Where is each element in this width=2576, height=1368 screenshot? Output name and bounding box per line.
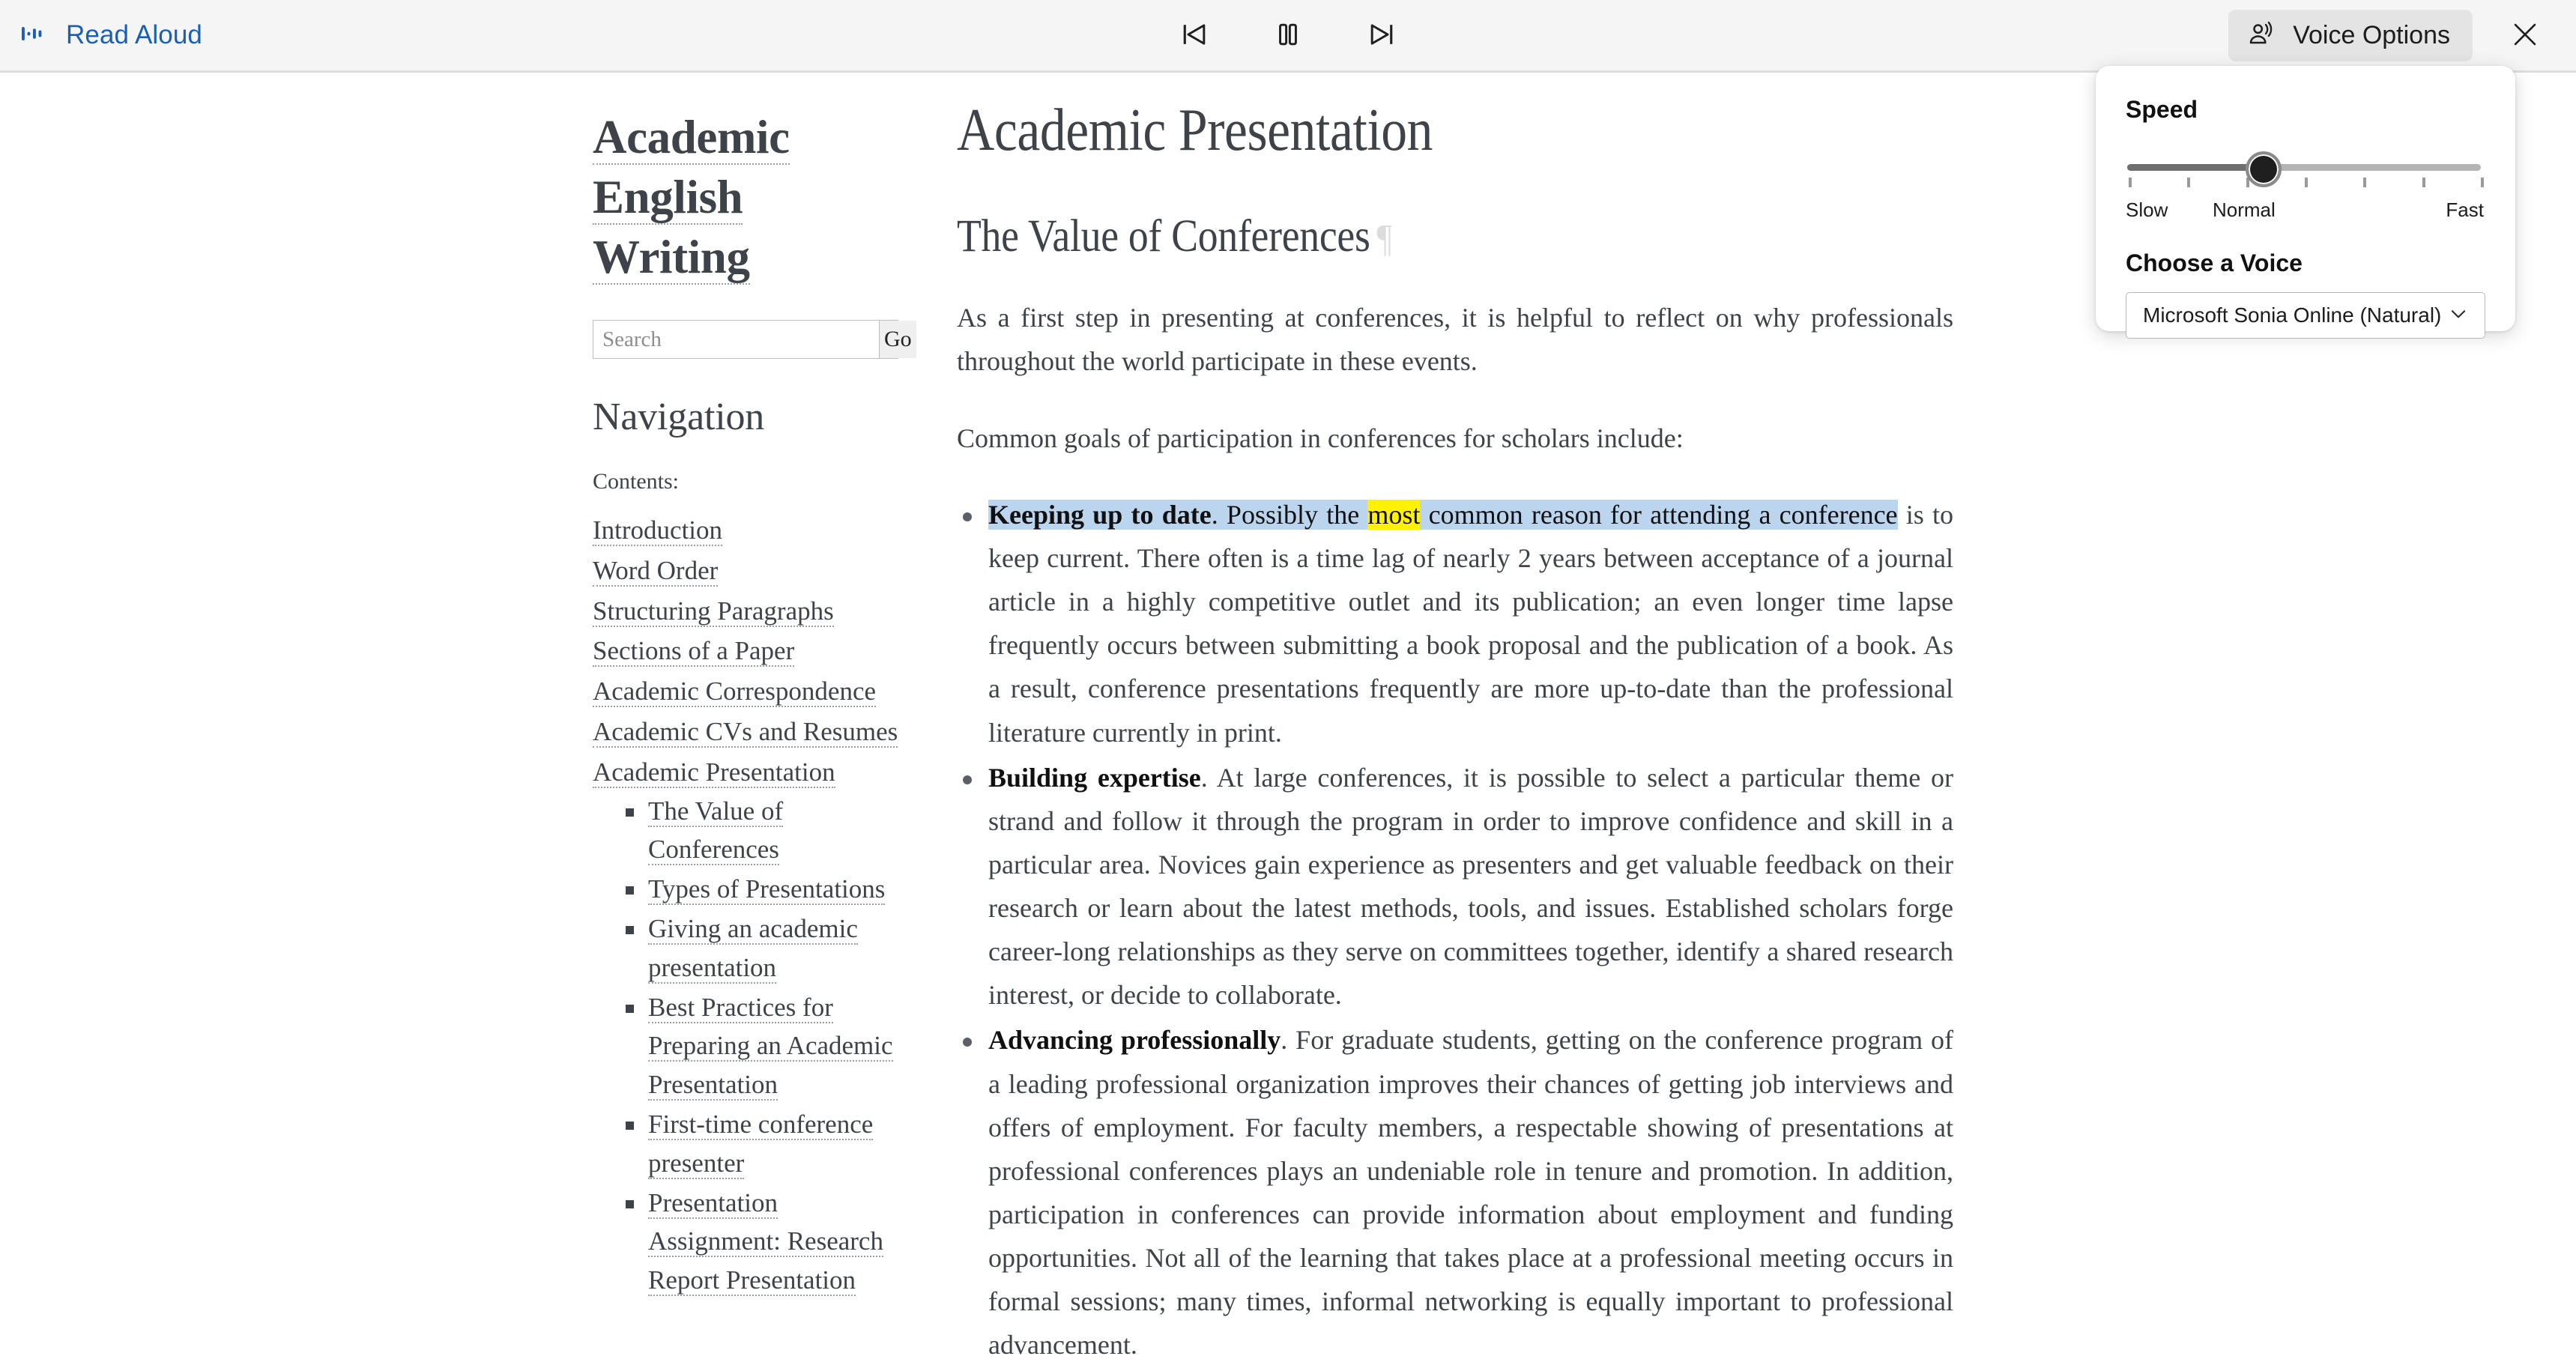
search-input[interactable] xyxy=(593,321,879,358)
speed-label-normal: Normal xyxy=(2213,199,2276,221)
speed-scale-labels: Slow Normal Fast xyxy=(2126,199,2484,224)
close-icon xyxy=(2509,19,2541,52)
voice-options-label: Voice Options xyxy=(2293,20,2450,49)
goal-tail-text: common reason for attending a conference xyxy=(1420,499,1898,530)
toc-subitem: Presentation Assignment: Research Report… xyxy=(623,1184,907,1300)
toc-subitem: Best Practices for Preparing an Academic… xyxy=(623,988,907,1104)
toc-link-1[interactable]: Word Order xyxy=(593,555,719,587)
goal-item: Building expertise. At large conferences… xyxy=(957,756,1953,1017)
toc-item: Introduction xyxy=(593,511,907,550)
close-read-aloud-button[interactable] xyxy=(2497,7,2554,64)
previous-paragraph-button[interactable] xyxy=(1165,6,1224,64)
toc-sublink-6-2[interactable]: Giving an academic presentation xyxy=(648,913,858,984)
section-heading: The Value of Conferences ¶ xyxy=(957,211,1833,263)
heading-anchor-link[interactable]: ¶ xyxy=(1376,217,1392,260)
toc-link-6[interactable]: Academic Presentation xyxy=(593,757,835,788)
goal-term: Keeping up to date xyxy=(988,499,1212,530)
next-paragraph-icon xyxy=(1365,18,1398,53)
speed-heading: Speed xyxy=(2126,96,2198,123)
speed-tick-1 xyxy=(2187,178,2191,187)
toc-item: Word Order xyxy=(593,551,907,590)
goal-term: Building expertise xyxy=(988,762,1201,793)
goal-body-text: is to keep current. There often is a tim… xyxy=(988,499,1953,748)
toc-link-2[interactable]: Structuring Paragraphs xyxy=(593,596,834,627)
speed-tick-4 xyxy=(2363,178,2367,187)
read-aloud-toolbar: Read Aloud Voice Options xyxy=(0,0,2576,73)
previous-paragraph-icon xyxy=(1178,18,1211,53)
toc-subitem: Giving an academic presentation xyxy=(623,910,907,987)
search-form: Go xyxy=(593,320,916,359)
toc-sublist: The Value of Conferences Types of Present… xyxy=(623,792,907,1300)
speed-slider-thumb[interactable] xyxy=(2246,151,2282,187)
toc-sublink-6-5[interactable]: Presentation Assignment: Research Report… xyxy=(648,1187,883,1297)
goal-item: Keeping up to date. Possibly the most co… xyxy=(957,493,1953,754)
toc-item: Academic Presentation The Value of Confer… xyxy=(593,753,907,1300)
section-heading-text: The Value of Conferences xyxy=(957,211,1370,261)
choose-voice-heading: Choose a Voice xyxy=(2126,249,2303,276)
site-title-line-0[interactable]: Academic xyxy=(593,111,790,165)
voice-select-dropdown[interactable]: Microsoft Sonia Online (Natural) - xyxy=(2126,292,2485,339)
intro-paragraph: As a first step in presenting at confere… xyxy=(957,303,1953,377)
toc-item: Sections of a Paper xyxy=(593,632,907,671)
site-title-line-1[interactable]: English xyxy=(593,171,743,225)
pause-icon xyxy=(1272,18,1304,53)
site-title: Academic English Writing xyxy=(593,107,817,287)
toc-link-0[interactable]: Introduction xyxy=(593,515,723,546)
toc-item: Academic Correspondence xyxy=(593,672,907,711)
spoken-word-highlight: most xyxy=(1367,499,1421,530)
site-title-line-2[interactable]: Writing xyxy=(593,231,750,285)
toc-sublink-6-3[interactable]: Best Practices for Preparing an Academic… xyxy=(648,992,893,1101)
chevron-down-icon xyxy=(2447,303,2470,329)
speed-tick-3 xyxy=(2305,178,2308,187)
goal-body-text: . For graduate students, getting on the … xyxy=(988,1025,1954,1361)
audio-wave-icon xyxy=(19,20,46,51)
toc-subitem: The Value of Conferences xyxy=(623,792,907,870)
table-of-contents: Introduction Word Order Structuring Paragr… xyxy=(593,511,907,1300)
toc-item: Academic CVs and Resumes xyxy=(593,712,907,751)
toc-item: Structuring Paragraphs xyxy=(593,592,907,631)
goals-list: Keeping up to date. Possibly the most co… xyxy=(957,493,1953,1367)
toc-link-5[interactable]: Academic CVs and Resumes xyxy=(593,716,898,748)
voice-speaking-icon xyxy=(2246,19,2276,52)
goal-item: Advancing professionally. For graduate s… xyxy=(957,1018,1953,1367)
speed-tick-6 xyxy=(2481,178,2484,187)
search-go-button[interactable]: Go xyxy=(879,321,916,358)
toc-sublink-6-4[interactable]: First-time conference presenter xyxy=(648,1109,874,1179)
toc-link-4[interactable]: Academic Correspondence xyxy=(593,677,877,708)
toolbar-right-controls: Voice Options xyxy=(2096,7,2576,64)
speed-tick-0 xyxy=(2129,178,2132,187)
page-title: Academic Presentation xyxy=(957,96,1433,163)
goal-term: Advancing professionally xyxy=(988,1025,1281,1056)
read-aloud-brand: Read Aloud xyxy=(0,20,480,51)
toc-sublink-6-0[interactable]: The Value of Conferences xyxy=(648,796,784,866)
next-paragraph-button[interactable] xyxy=(1352,6,1411,64)
speed-label-slow: Slow xyxy=(2126,199,2168,221)
navigation-heading: Navigation xyxy=(593,396,765,438)
speed-slider-ticks xyxy=(2126,178,2484,188)
goals-lead-paragraph: Common goals of participation in confere… xyxy=(957,423,1684,453)
pause-button[interactable] xyxy=(1259,6,1317,64)
toc-subitem: First-time conference presenter xyxy=(623,1105,907,1183)
main-content: Academic Presentation The Value of Confe… xyxy=(957,95,1953,1368)
read-aloud-label: Read Aloud xyxy=(66,20,202,49)
speed-tick-5 xyxy=(2422,178,2425,187)
voice-select-value: Microsoft Sonia Online (Natural) - xyxy=(2143,303,2447,327)
toc-link-3[interactable]: Sections of a Paper xyxy=(593,636,795,668)
spoken-sentence-highlight: Keeping up to date. Possibly the most co… xyxy=(988,499,1898,530)
sidebar: Academic English Writing Go Navigation Con… xyxy=(593,107,916,1301)
speed-slider[interactable] xyxy=(2126,151,2485,197)
goal-body-text: . At large conferences, it is possible t… xyxy=(988,762,1953,1011)
playback-controls xyxy=(480,6,2096,64)
toc-sublink-6-1[interactable]: Types of Presentations xyxy=(648,874,886,906)
toc-subitem: Types of Presentations xyxy=(623,870,907,909)
goal-lead-text: . Possibly the xyxy=(1211,499,1368,530)
speed-label-fast: Fast xyxy=(2446,199,2484,221)
voice-options-panel: Speed Slow Normal Fast Choose a Voice Mi… xyxy=(2096,66,2515,339)
contents-label: Contents: xyxy=(593,469,680,494)
voice-options-button[interactable]: Voice Options xyxy=(2228,9,2473,61)
